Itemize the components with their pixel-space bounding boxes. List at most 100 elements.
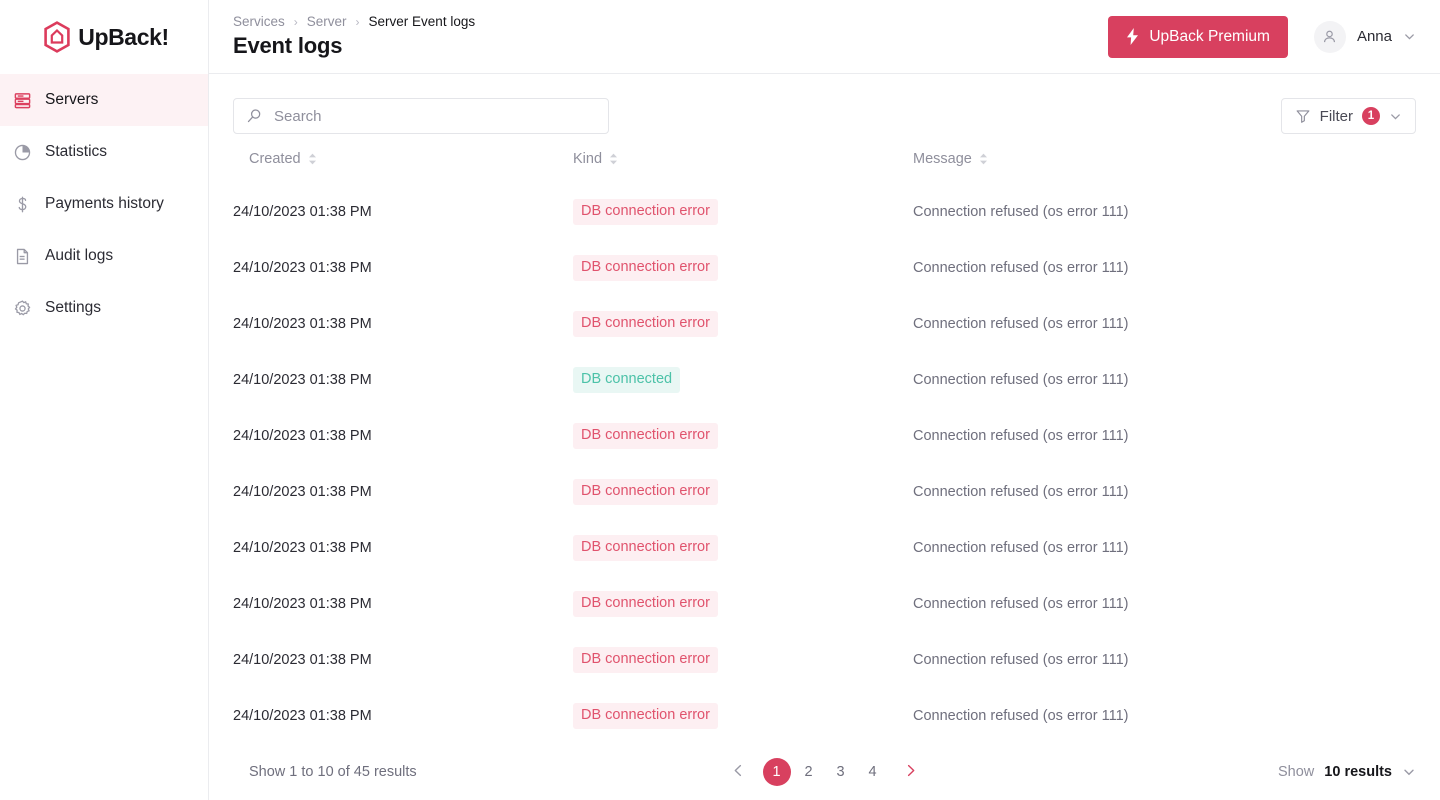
sidebar: UpBack! Servers Statistics Payments hist… xyxy=(0,0,209,800)
cell-message: Connection refused (os error 111) xyxy=(913,316,1129,332)
per-page-selector[interactable]: Show 10 results xyxy=(1278,764,1416,780)
table-head: Created Kind Message xyxy=(233,151,1416,184)
table-row[interactable]: 24/10/2023 01:38 PM DB connection error Co… xyxy=(233,520,1416,576)
column-header-message[interactable]: Message xyxy=(913,151,1416,184)
table-header-row: Created Kind Message xyxy=(233,151,1416,184)
funnel-icon xyxy=(1295,108,1311,124)
pagination-next-button[interactable] xyxy=(897,758,925,786)
cell-created: 24/10/2023 01:38 PM xyxy=(233,260,372,276)
table-row[interactable]: 24/10/2023 01:38 PM DB connection error Co… xyxy=(233,184,1416,240)
pagination-bar: Show 1 to 10 of 45 results 1234 Show 10 … xyxy=(233,744,1416,800)
breadcrumb: Services › Server › Server Event logs xyxy=(233,14,1108,29)
cell-message: Connection refused (os error 111) xyxy=(913,204,1129,220)
cell-message: Connection refused (os error 111) xyxy=(913,652,1129,668)
cell-created: 24/10/2023 01:38 PM xyxy=(233,596,372,612)
server-rack-icon xyxy=(11,89,33,111)
search-box[interactable] xyxy=(233,98,609,134)
table-row[interactable]: 24/10/2023 01:38 PM DB connection error Co… xyxy=(233,688,1416,744)
pagination-page-4[interactable]: 4 xyxy=(859,758,887,786)
status-badge: DB connection error xyxy=(573,479,718,505)
brand-name: UpBack! xyxy=(78,23,169,50)
table-toolbar: Filter 1 xyxy=(233,98,1416,134)
cell-message: Connection refused (os error 111) xyxy=(913,540,1129,556)
breadcrumb-item-server[interactable]: Server xyxy=(307,14,347,29)
pagination-page-3[interactable]: 3 xyxy=(827,758,855,786)
per-page-label: Show xyxy=(1278,764,1315,780)
page-heading-group: Services › Server › Server Event logs Ev… xyxy=(233,14,1108,59)
sidebar-item-label: Settings xyxy=(45,299,102,316)
table-row[interactable]: 24/10/2023 01:38 PM DB connection error Co… xyxy=(233,464,1416,520)
sort-updown-icon xyxy=(308,153,317,165)
table-row[interactable]: 24/10/2023 01:38 PM DB connection error Co… xyxy=(233,240,1416,296)
lightning-bolt-icon xyxy=(1126,28,1139,45)
column-label: Message xyxy=(913,151,972,167)
breadcrumb-separator: › xyxy=(293,14,298,29)
cell-created: 24/10/2023 01:38 PM xyxy=(233,204,372,220)
column-label: Kind xyxy=(573,151,603,167)
column-label: Created xyxy=(249,151,301,167)
sort-updown-icon xyxy=(609,153,618,165)
breadcrumb-item-current: Server Event logs xyxy=(368,14,476,29)
logo[interactable]: UpBack! xyxy=(0,0,208,74)
pagination-page-2[interactable]: 2 xyxy=(795,758,823,786)
status-badge: DB connection error xyxy=(573,591,718,617)
avatar xyxy=(1313,20,1346,53)
chevron-down-icon xyxy=(1402,765,1416,779)
pagination-prev-button[interactable] xyxy=(725,758,753,786)
sidebar-item-audit-logs[interactable]: Audit logs xyxy=(0,230,208,282)
filter-count-badge: 1 xyxy=(1362,107,1380,125)
sidebar-item-settings[interactable]: Settings xyxy=(0,282,208,334)
search-icon xyxy=(246,108,263,125)
table-row[interactable]: 24/10/2023 01:38 PM DB connection error Co… xyxy=(233,296,1416,352)
cell-created: 24/10/2023 01:38 PM xyxy=(233,372,372,388)
event-logs-table: Created Kind Message 24/10/2023 01:38 PM… xyxy=(233,151,1416,744)
status-badge: DB connection error xyxy=(573,255,718,281)
cell-created: 24/10/2023 01:38 PM xyxy=(233,708,372,724)
cell-created: 24/10/2023 01:38 PM xyxy=(233,652,372,668)
search-input[interactable] xyxy=(274,107,596,125)
breadcrumb-item-services[interactable]: Services xyxy=(233,14,285,29)
user-name: Anna xyxy=(1356,28,1392,45)
sidebar-item-servers[interactable]: Servers xyxy=(0,74,208,126)
sidebar-item-label: Servers xyxy=(45,91,99,108)
premium-button-label: UpBack Premium xyxy=(1149,27,1270,45)
cell-kind: DB connection error xyxy=(573,184,913,240)
status-badge: DB connection error xyxy=(573,535,718,561)
cell-message: Connection refused (os error 111) xyxy=(913,484,1129,500)
table-row[interactable]: 24/10/2023 01:38 PM DB connected Connectio… xyxy=(233,352,1416,408)
chevron-left-icon xyxy=(731,763,746,781)
chevron-right-icon xyxy=(903,763,918,781)
per-page-value[interactable]: 10 results xyxy=(1324,764,1392,780)
table-row[interactable]: 24/10/2023 01:38 PM DB connection error Co… xyxy=(233,632,1416,688)
cell-created: 24/10/2023 01:38 PM xyxy=(233,428,372,444)
column-header-kind[interactable]: Kind xyxy=(573,151,913,184)
table-row[interactable]: 24/10/2023 01:38 PM DB connection error Co… xyxy=(233,576,1416,632)
cell-message: Connection refused (os error 111) xyxy=(913,708,1129,724)
cell-message: Connection refused (os error 111) xyxy=(913,596,1129,612)
table-row[interactable]: 24/10/2023 01:38 PM DB connection error Co… xyxy=(233,408,1416,464)
upback-hexagon-icon xyxy=(43,21,71,53)
cell-kind: DB connected xyxy=(573,352,913,408)
filter-label: Filter xyxy=(1319,107,1353,125)
sidebar-item-label: Payments history xyxy=(45,195,164,212)
pagination-page-1[interactable]: 1 xyxy=(762,758,791,786)
column-header-created[interactable]: Created xyxy=(233,151,573,184)
page-title: Event logs xyxy=(233,33,343,58)
cell-kind: DB connection error xyxy=(573,240,913,296)
filter-button[interactable]: Filter 1 xyxy=(1280,98,1416,134)
cell-created: 24/10/2023 01:38 PM xyxy=(233,484,372,500)
cell-message: Connection refused (os error 111) xyxy=(913,428,1129,444)
cell-kind: DB connection error xyxy=(573,296,913,352)
document-icon xyxy=(11,245,33,267)
gear-icon xyxy=(11,297,33,319)
status-badge: DB connection error xyxy=(573,423,718,449)
upback-premium-button[interactable]: UpBack Premium xyxy=(1108,15,1288,58)
sidebar-item-payments-history[interactable]: Payments history xyxy=(0,178,208,230)
pie-chart-icon xyxy=(11,141,33,163)
sidebar-nav: Servers Statistics Payments history Audi… xyxy=(0,74,208,334)
status-badge: DB connected xyxy=(573,367,681,393)
user-menu[interactable]: Anna xyxy=(1313,20,1416,53)
cell-message: Connection refused (os error 111) xyxy=(913,372,1129,388)
sidebar-item-label: Audit logs xyxy=(45,247,114,264)
sidebar-item-statistics[interactable]: Statistics xyxy=(0,126,208,178)
